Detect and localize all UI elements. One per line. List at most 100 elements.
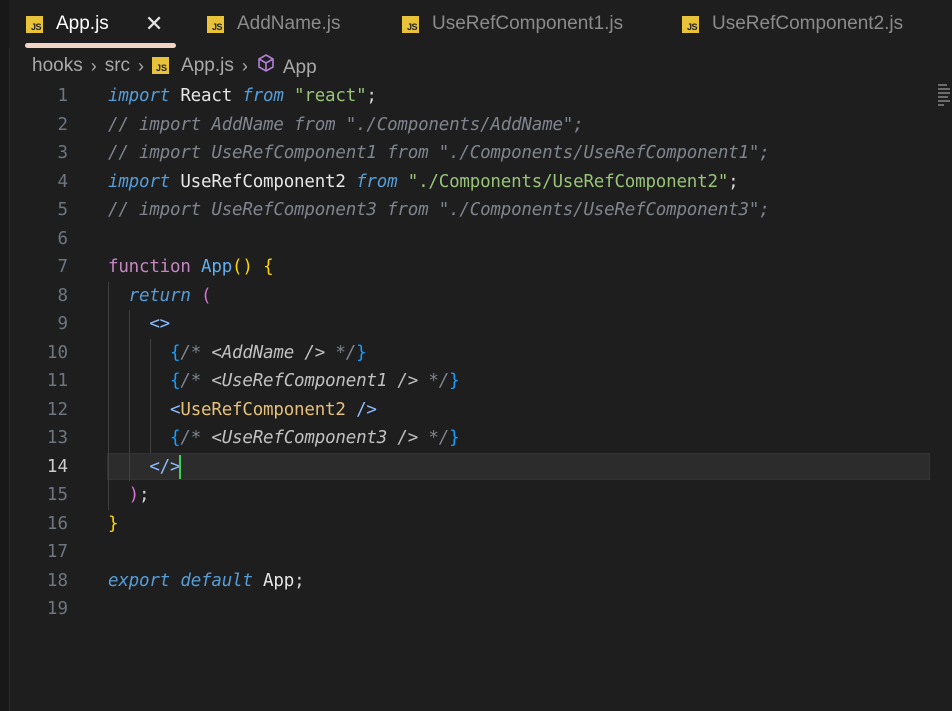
tab-app-js[interactable]: JS App.js ✕ (26, 0, 163, 48)
code-token: /* (180, 342, 212, 363)
code-token: default (180, 570, 253, 591)
breadcrumb-app-symbol[interactable]: App (256, 53, 317, 79)
code-line[interactable]: 8 return ( (0, 282, 952, 311)
tab-userefcomponent2-js[interactable]: JS UseRefComponent2.js (682, 0, 903, 48)
code-text: } (108, 510, 119, 539)
line-number: 10 (46, 342, 68, 363)
code-token: /* (180, 428, 212, 448)
code-line[interactable]: 18 export default App; (0, 567, 952, 596)
code-token: App (252, 570, 295, 591)
js-file-icon: JS (402, 15, 419, 33)
code-line[interactable]: 6 (0, 225, 952, 254)
code-token: } (449, 371, 460, 391)
code-line[interactable]: 11 {/* <UseRefComponent1 /> */} (0, 367, 952, 396)
symbol-cube-icon (258, 54, 274, 72)
breadcrumb: hooks › src › JS App.js › App (0, 48, 952, 84)
tab-label: UseRefComponent1.js (432, 13, 624, 34)
code-text: function App() { (108, 253, 274, 282)
code-line[interactable]: 14 </> (0, 452, 952, 482)
code-token: ; (294, 570, 305, 591)
breadcrumb-hooks[interactable]: hooks (32, 55, 83, 77)
code-text: // import UseRefComponent1 from "./Compo… (108, 139, 770, 168)
code-token: from (356, 171, 398, 192)
code-line[interactable]: 4 import UseRefComponent2 from "./Compone… (0, 168, 952, 197)
line-number: 2 (57, 114, 68, 135)
code-token: /> (356, 399, 377, 420)
tab-label: App.js (56, 13, 109, 34)
code-token: <> (149, 314, 171, 334)
line-number: 17 (46, 542, 68, 562)
code-token: from (242, 86, 284, 106)
js-file-icon: JS (207, 15, 224, 33)
code-token: // import UseRefComponent1 from "./Compo… (108, 143, 770, 163)
code-token: { (170, 342, 181, 363)
code-line[interactable]: 7 function App() { (0, 253, 952, 282)
breadcrumb-app-js[interactable]: JS App.js (152, 55, 234, 77)
js-file-icon: JS (682, 15, 699, 33)
chevron-right-icon: › (90, 55, 97, 76)
line-number: 5 (57, 200, 68, 220)
tab-userefcomponent1-js[interactable]: JS UseRefComponent1.js (402, 0, 623, 48)
tab-label: AddName.js (237, 13, 341, 34)
code-text: export default App; (108, 567, 305, 596)
code-token: App (201, 257, 233, 277)
code-token: </> (149, 456, 181, 477)
line-number: 18 (46, 570, 68, 591)
editor-tab-bar: JS App.js ✕ JS AddName.js JS UseRefCompo… (9, 0, 952, 48)
code-token: ; (139, 485, 150, 505)
line-number: 1 (57, 86, 68, 106)
code-text: {/* <AddName /> */} (108, 339, 367, 368)
code-line[interactable]: 9 <> (0, 310, 952, 339)
code-text: {/* <UseRefComponent3 /> */} (108, 424, 460, 453)
code-line[interactable]: 5 // import UseRefComponent3 from "./Comp… (0, 196, 952, 225)
line-number: 13 (46, 428, 68, 448)
code-line[interactable]: 3 // import UseRefComponent1 from "./Comp… (0, 139, 952, 168)
code-text: <UseRefComponent2 /> (108, 396, 377, 425)
line-number: 7 (57, 257, 68, 277)
indent-guide (108, 281, 109, 510)
code-text: // import AddName from "./Components/Add… (108, 111, 584, 140)
code-token: // import UseRefComponent3 from "./Compo… (108, 200, 770, 220)
text-cursor (179, 454, 181, 479)
code-text: import UseRefComponent2 from "./Componen… (108, 168, 739, 197)
code-line[interactable]: 16} (0, 510, 952, 539)
code-line[interactable]: 2 // import AddName from "./Components/Ad… (0, 111, 952, 140)
line-number: 14 (46, 456, 68, 477)
close-icon[interactable]: ✕ (145, 11, 163, 37)
js-file-icon: JS (26, 15, 43, 33)
code-line[interactable]: 19 (0, 595, 952, 624)
code-token: ; (728, 171, 739, 192)
code-token: <UseRefComponent3 /> (211, 428, 419, 448)
code-token: UseRefComponent2 (180, 399, 346, 420)
code-line[interactable]: 17 (0, 538, 952, 567)
breadcrumb-label: App.js (181, 55, 234, 76)
code-line[interactable]: 13 {/* <UseRefComponent3 /> */} (0, 424, 952, 453)
line-number: 11 (46, 371, 68, 391)
code-token: ( (201, 285, 212, 306)
code-token: import (108, 171, 171, 192)
code-token: import (108, 86, 171, 106)
code-token: <AddName /> (211, 342, 326, 363)
breadcrumb-src[interactable]: src (105, 55, 130, 77)
code-token: <UseRefComponent1 /> (211, 371, 419, 391)
line-number: 6 (57, 228, 68, 249)
code-token: export (108, 570, 171, 591)
code-token: return (128, 285, 191, 306)
code-token: < (170, 399, 181, 420)
tab-addname-js[interactable]: JS AddName.js (207, 0, 341, 48)
code-line[interactable]: 10 {/* <AddName /> */} (0, 339, 952, 368)
code-token: ; (366, 86, 377, 106)
code-editor[interactable]: 1 import React from "react"; 2 // import Ad… (0, 82, 952, 711)
code-token: } (108, 513, 119, 534)
code-token: ) (128, 485, 140, 505)
code-line[interactable]: 12 <UseRefComponent2 /> (0, 396, 952, 425)
code-token: /* (180, 371, 212, 391)
code-line[interactable]: 1 import React from "react"; (0, 82, 952, 111)
indent-guide (150, 338, 151, 453)
code-line[interactable]: 15 ); (0, 481, 952, 510)
code-text: import React from "react"; (108, 82, 377, 111)
